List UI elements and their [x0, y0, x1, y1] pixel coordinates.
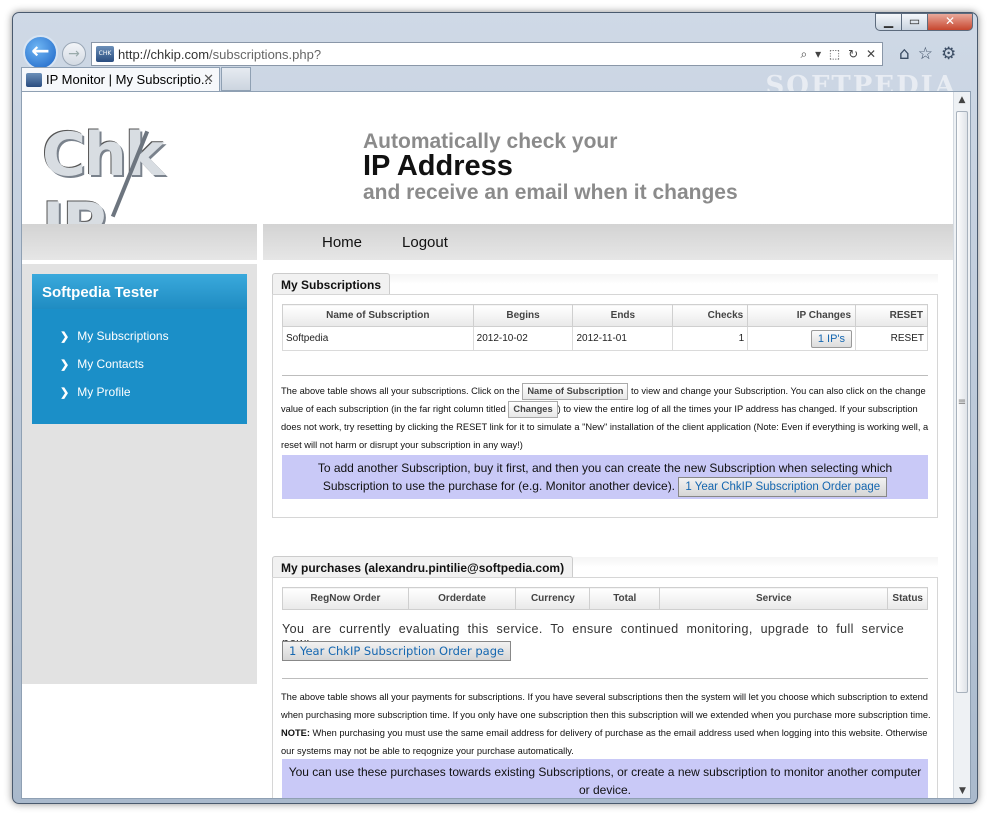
scroll-up-arrow-icon[interactable]: ▲: [954, 92, 970, 109]
note-label: NOTE:: [281, 728, 310, 738]
purchase-order-button[interactable]: 1 Year ChkIP Subscription Order page: [282, 641, 512, 661]
home-icon[interactable]: ⌂: [899, 44, 910, 64]
chevron-right-icon: ❯: [60, 331, 70, 343]
purchases-tab[interactable]: My purchases (alexandru.pintilie@softped…: [272, 556, 574, 578]
window-controls: ▁ ▭ ✕: [875, 13, 973, 31]
tab-active[interactable]: IP Monitor | My Subscriptio... ✕: [21, 67, 220, 91]
sidebar-title: Softpedia Tester: [32, 274, 247, 309]
cell-checks: 1: [672, 326, 749, 351]
top-nav: Home Logout: [263, 224, 953, 260]
page-viewport: Chk IP Automatically check your IP Addre…: [21, 91, 971, 799]
tab-title: IP Monitor | My Subscriptio...: [46, 72, 212, 87]
sidebar: Softpedia Tester ❯ My Subscriptions ❯ My C…: [22, 264, 257, 684]
sidebar-menu: ❯ My Subscriptions ❯ My Contacts ❯ My Profi…: [32, 309, 247, 413]
changes-chip: Changes: [508, 401, 558, 418]
col-ip-changes[interactable]: IP Changes: [747, 304, 857, 327]
col-checks[interactable]: Checks: [672, 304, 749, 327]
tab-favicon-icon: [26, 72, 42, 87]
subscription-order-button[interactable]: 1 Year ChkIP Subscription Order page: [678, 477, 888, 497]
maximize-button[interactable]: ▭: [901, 13, 928, 31]
forward-button[interactable]: →: [62, 42, 86, 66]
nav-home-link[interactable]: Home: [322, 234, 362, 251]
purchase-order-button-wrap: 1 Year ChkIP Subscription Order page: [282, 640, 512, 661]
vertical-scrollbar[interactable]: ▲ ≡ ▼: [953, 92, 970, 798]
col-begins[interactable]: Begins: [472, 304, 574, 327]
chevron-right-icon: ❯: [60, 359, 70, 371]
sidebar-menu-box: Softpedia Tester ❯ My Subscriptions ❯ My C…: [32, 274, 247, 424]
nav-strip-left: [22, 224, 257, 260]
address-url[interactable]: http://chkip.com/subscriptions.php?: [118, 47, 801, 62]
col-regnow-order[interactable]: RegNow Order: [282, 587, 409, 610]
subscription-name-link[interactable]: Softpedia: [282, 326, 474, 351]
favorites-star-icon[interactable]: ☆: [918, 44, 933, 64]
close-window-button[interactable]: ✕: [927, 13, 973, 31]
scroll-thumb[interactable]: ≡: [956, 111, 968, 693]
nav-logout-link[interactable]: Logout: [402, 234, 448, 251]
gear-icon[interactable]: ⚙: [941, 44, 956, 64]
sidebar-item-my-subscriptions[interactable]: ❯ My Subscriptions: [60, 329, 247, 357]
minimize-button[interactable]: ▁: [875, 13, 902, 31]
back-button[interactable]: ←: [23, 35, 58, 70]
reset-link[interactable]: RESET: [855, 326, 928, 351]
help-text-part: When purchasing you must use the same em…: [281, 728, 928, 756]
add-subscription-notice: To add another Subscription, buy it firs…: [282, 455, 928, 499]
web-page: Chk IP Automatically check your IP Addre…: [22, 92, 954, 798]
purchases-table: RegNow Order Orderdate Currency Total Se…: [282, 587, 928, 610]
divider: [282, 375, 928, 376]
sidebar-item-label: My Contacts: [77, 357, 144, 371]
cell-ends: 2012-11-01: [572, 326, 674, 351]
divider: [282, 678, 928, 679]
scroll-down-arrow-icon[interactable]: ▼: [954, 783, 970, 798]
browser-window: ▁ ▭ ✕ ← → CHK http://chkip.com/subscript…: [12, 12, 978, 804]
new-tab-button[interactable]: [221, 67, 251, 91]
site-header: Chk IP Automatically check your IP Addre…: [22, 92, 954, 260]
tab-close-icon[interactable]: ✕: [203, 71, 214, 87]
toolbar-icons: ⌂ ☆ ⚙: [899, 44, 956, 64]
col-reset[interactable]: RESET: [855, 304, 928, 327]
tagline-line-3: and receive an email when it changes: [363, 181, 738, 204]
cell-begins: 2012-10-02: [472, 326, 574, 351]
subscriptions-help-text: The above table shows all your subscript…: [281, 382, 931, 454]
address-controls[interactable]: ⌕ ▾ ⬚ ↻ ✕: [801, 47, 882, 62]
chkip-logo[interactable]: Chk IP: [42, 120, 242, 260]
subscriptions-table: Name of Subscription Begins Ends Checks …: [282, 304, 928, 351]
table-row: Softpedia 2012-10-02 2012-11-01 1 1 IP's…: [282, 326, 928, 351]
col-name-of-subscription[interactable]: Name of Subscription: [282, 304, 474, 327]
col-total[interactable]: Total: [589, 587, 661, 610]
ip-changes-button[interactable]: 1 IP's: [810, 329, 853, 348]
name-of-subscription-chip: Name of Subscription: [522, 383, 629, 400]
sidebar-item-my-profile[interactable]: ❯ My Profile: [60, 385, 247, 413]
site-favicon-icon: CHK: [96, 46, 114, 62]
help-text-part: The above table shows all your subscript…: [281, 386, 520, 396]
col-status[interactable]: Status: [887, 587, 928, 610]
purchases-help-text: The above table shows all your payments …: [281, 688, 931, 760]
tagline-line-2: IP Address: [363, 150, 513, 182]
col-service[interactable]: Service: [659, 587, 889, 610]
col-currency[interactable]: Currency: [515, 587, 591, 610]
sidebar-item-label: My Profile: [77, 385, 131, 399]
url-path: /subscriptions.php?: [209, 46, 322, 62]
sidebar-item-label: My Subscriptions: [77, 329, 169, 343]
help-text-part: The above table shows all your payments …: [281, 692, 931, 720]
chevron-right-icon: ❯: [60, 387, 70, 399]
sidebar-item-my-contacts[interactable]: ❯ My Contacts: [60, 357, 247, 385]
subscriptions-tab[interactable]: My Subscriptions: [272, 273, 391, 295]
purchases-notice: You can use these purchases towards exis…: [282, 759, 928, 798]
address-bar[interactable]: CHK http://chkip.com/subscriptions.php? …: [91, 42, 883, 66]
col-ends[interactable]: Ends: [572, 304, 674, 327]
col-orderdate[interactable]: Orderdate: [407, 587, 517, 610]
tab-row: IP Monitor | My Subscriptio... ✕ SOFTPED…: [21, 67, 971, 101]
url-host: http://chkip.com: [118, 46, 210, 62]
